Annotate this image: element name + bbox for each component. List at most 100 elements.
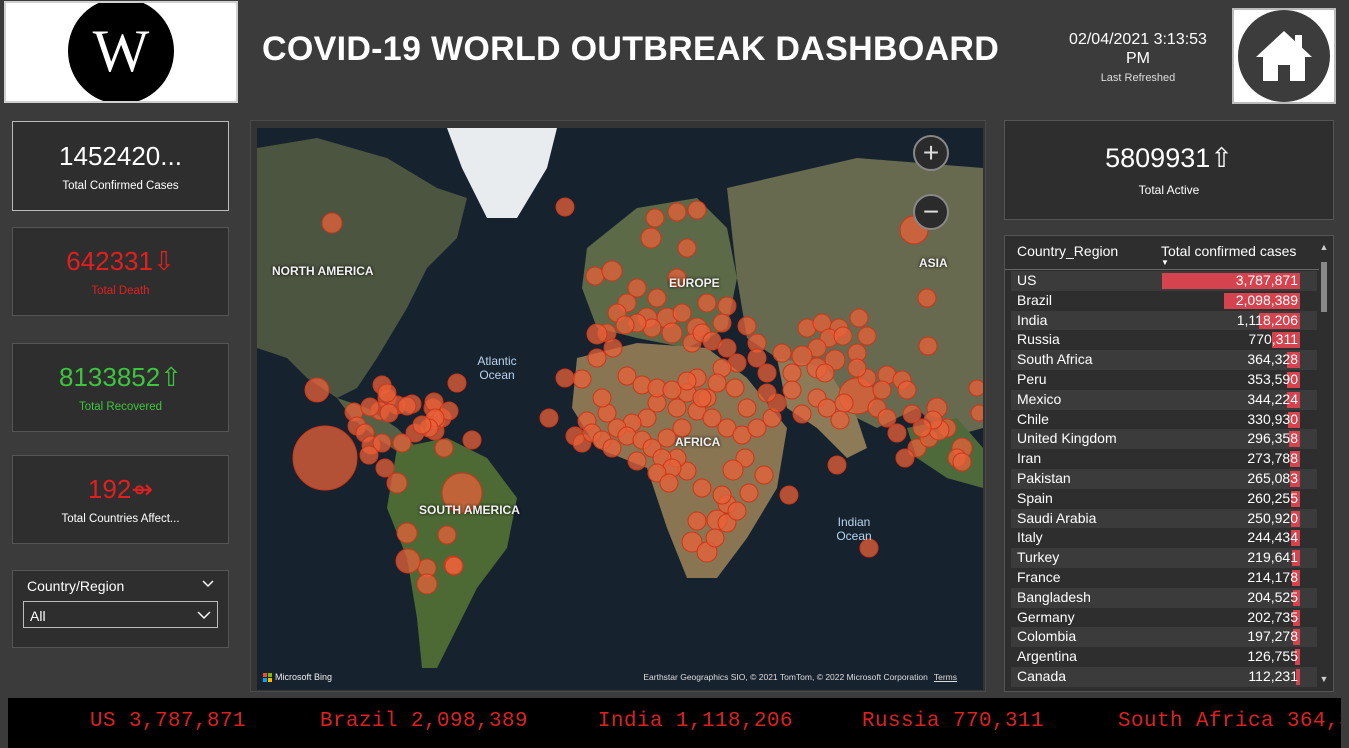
home-button[interactable] bbox=[1232, 8, 1336, 104]
case-bubble[interactable] bbox=[434, 438, 454, 458]
table-row[interactable]: Peru 353,590 bbox=[1011, 370, 1317, 390]
case-bubble[interactable] bbox=[692, 478, 712, 498]
scroll-thumb[interactable] bbox=[1321, 262, 1327, 312]
scroll-up-icon[interactable]: ▲ bbox=[1319, 242, 1329, 252]
case-bubble[interactable] bbox=[833, 326, 853, 346]
case-bubble[interactable] bbox=[779, 485, 799, 505]
case-bubble[interactable] bbox=[586, 323, 608, 345]
case-bubble[interactable] bbox=[647, 288, 667, 308]
table-row[interactable]: Iran 273,788 bbox=[1011, 449, 1317, 469]
case-bubble[interactable] bbox=[772, 343, 792, 363]
table-row[interactable]: Argentina 126,755 bbox=[1011, 647, 1317, 667]
table-row[interactable]: Russia 770,311 bbox=[1011, 330, 1317, 350]
case-bubble[interactable] bbox=[887, 423, 907, 443]
table-row[interactable]: France 214,178 bbox=[1011, 568, 1317, 588]
case-bubble[interactable] bbox=[687, 511, 707, 531]
case-bubble[interactable] bbox=[725, 378, 745, 398]
case-bubble[interactable] bbox=[677, 238, 697, 258]
table-row[interactable]: Turkey 219,641 bbox=[1011, 548, 1317, 568]
table-row[interactable]: Germany 202,735 bbox=[1011, 608, 1317, 628]
case-bubble[interactable] bbox=[754, 465, 774, 485]
case-bubble[interactable] bbox=[727, 501, 747, 521]
case-bubble[interactable] bbox=[555, 197, 575, 217]
case-bubble[interactable] bbox=[587, 348, 607, 368]
case-bubble[interactable] bbox=[792, 404, 812, 424]
case-bubble[interactable] bbox=[555, 368, 575, 388]
case-bubble[interactable] bbox=[304, 377, 330, 403]
case-bubble[interactable] bbox=[444, 556, 464, 576]
world-map[interactable]: NORTH AMERICA SOUTH AMERICA EUROPE AFRIC… bbox=[257, 128, 983, 690]
table-row[interactable]: US 3,787,871 bbox=[1011, 271, 1317, 291]
case-bubble[interactable] bbox=[757, 383, 777, 403]
case-bubble[interactable] bbox=[416, 573, 438, 595]
table-row[interactable]: Pakistan 265,083 bbox=[1011, 468, 1317, 489]
case-bubble[interactable] bbox=[359, 445, 379, 465]
case-bubble[interactable] bbox=[968, 379, 983, 397]
case-bubble[interactable] bbox=[705, 528, 725, 548]
zoom-out-button[interactable]: − bbox=[913, 194, 949, 230]
case-bubble[interactable] bbox=[645, 208, 665, 228]
case-bubble[interactable] bbox=[712, 485, 732, 505]
case-bubble[interactable] bbox=[687, 200, 707, 220]
case-bubble[interactable] bbox=[830, 410, 850, 430]
case-bubble[interactable] bbox=[667, 202, 687, 222]
case-bubble[interactable] bbox=[815, 363, 835, 383]
case-bubble[interactable] bbox=[895, 448, 915, 468]
case-bubble[interactable] bbox=[603, 338, 623, 358]
case-bubble[interactable] bbox=[712, 313, 732, 333]
scroll-down-icon[interactable]: ▼ bbox=[1319, 674, 1329, 684]
case-bubble[interactable] bbox=[640, 227, 662, 249]
case-bubble[interactable] bbox=[737, 316, 757, 336]
case-bubble[interactable] bbox=[585, 266, 605, 286]
case-bubble[interactable] bbox=[918, 336, 938, 356]
case-bubble[interactable] bbox=[377, 383, 397, 403]
table-row[interactable]: Chile 330,930 bbox=[1011, 410, 1317, 430]
slicer-collapse-chevron-icon[interactable] bbox=[202, 577, 214, 591]
table-row[interactable]: Brazil 2,098,389 bbox=[1011, 291, 1317, 311]
case-bubble[interactable] bbox=[717, 296, 737, 316]
case-bubble[interactable] bbox=[737, 398, 757, 418]
case-bubble[interactable] bbox=[791, 345, 813, 367]
case-bubble[interactable] bbox=[872, 380, 892, 400]
case-bubble[interactable] bbox=[395, 548, 421, 574]
table-row[interactable]: Italy 244,434 bbox=[1011, 528, 1317, 548]
table-row[interactable]: Mexico 344,224 bbox=[1011, 389, 1317, 410]
case-bubble[interactable] bbox=[412, 415, 432, 435]
case-bubble[interactable] bbox=[827, 455, 847, 475]
case-bubble[interactable] bbox=[677, 371, 697, 391]
case-bubble[interactable] bbox=[707, 373, 727, 393]
kpi-total-recovered[interactable]: 8133852⇧ Total Recovered bbox=[12, 343, 229, 432]
case-bubble[interactable] bbox=[292, 425, 358, 491]
case-bubble[interactable] bbox=[739, 483, 759, 503]
case-bubble[interactable] bbox=[462, 430, 482, 450]
kpi-total-confirmed[interactable]: 1452420... Total Confirmed Cases bbox=[12, 121, 229, 211]
country-region-dropdown[interactable]: All bbox=[23, 601, 218, 628]
case-bubble[interactable] bbox=[627, 451, 647, 471]
kpi-total-active[interactable]: 5809931⇧ Total Active bbox=[1004, 120, 1334, 220]
header-total-cases[interactable]: Total confirmed cases bbox=[1161, 243, 1296, 259]
case-bubble[interactable] bbox=[601, 260, 623, 282]
terms-link[interactable]: Terms bbox=[934, 672, 957, 682]
case-bubble[interactable] bbox=[847, 358, 867, 378]
case-bubble[interactable] bbox=[747, 348, 767, 368]
case-bubble[interactable] bbox=[952, 452, 972, 472]
table-row[interactable]: Bangladesh 204,525 bbox=[1011, 587, 1317, 608]
zoom-in-button[interactable]: + bbox=[913, 135, 949, 171]
case-bubble[interactable] bbox=[782, 363, 802, 383]
case-bubble[interactable] bbox=[970, 404, 983, 422]
case-bubble[interactable] bbox=[667, 398, 687, 418]
case-bubble[interactable] bbox=[857, 326, 877, 346]
case-bubble[interactable] bbox=[897, 380, 917, 400]
table-row[interactable]: United Kingdom 296,358 bbox=[1011, 429, 1317, 450]
case-bubble[interactable] bbox=[692, 388, 712, 408]
case-bubble[interactable] bbox=[386, 472, 408, 494]
table-row[interactable]: India 1,118,206 bbox=[1011, 310, 1317, 331]
kpi-total-death[interactable]: 642331⇩ Total Death bbox=[12, 227, 229, 316]
case-bubble[interactable] bbox=[396, 522, 418, 544]
case-bubble[interactable] bbox=[572, 369, 592, 389]
case-bubble[interactable] bbox=[672, 303, 692, 323]
case-bubble[interactable] bbox=[397, 396, 417, 416]
case-bubble[interactable] bbox=[722, 459, 744, 481]
table-row[interactable]: Saudi Arabia 250,920 bbox=[1011, 508, 1317, 529]
kpi-total-countries[interactable]: 192⇴ Total Countries Affect... bbox=[12, 455, 229, 544]
